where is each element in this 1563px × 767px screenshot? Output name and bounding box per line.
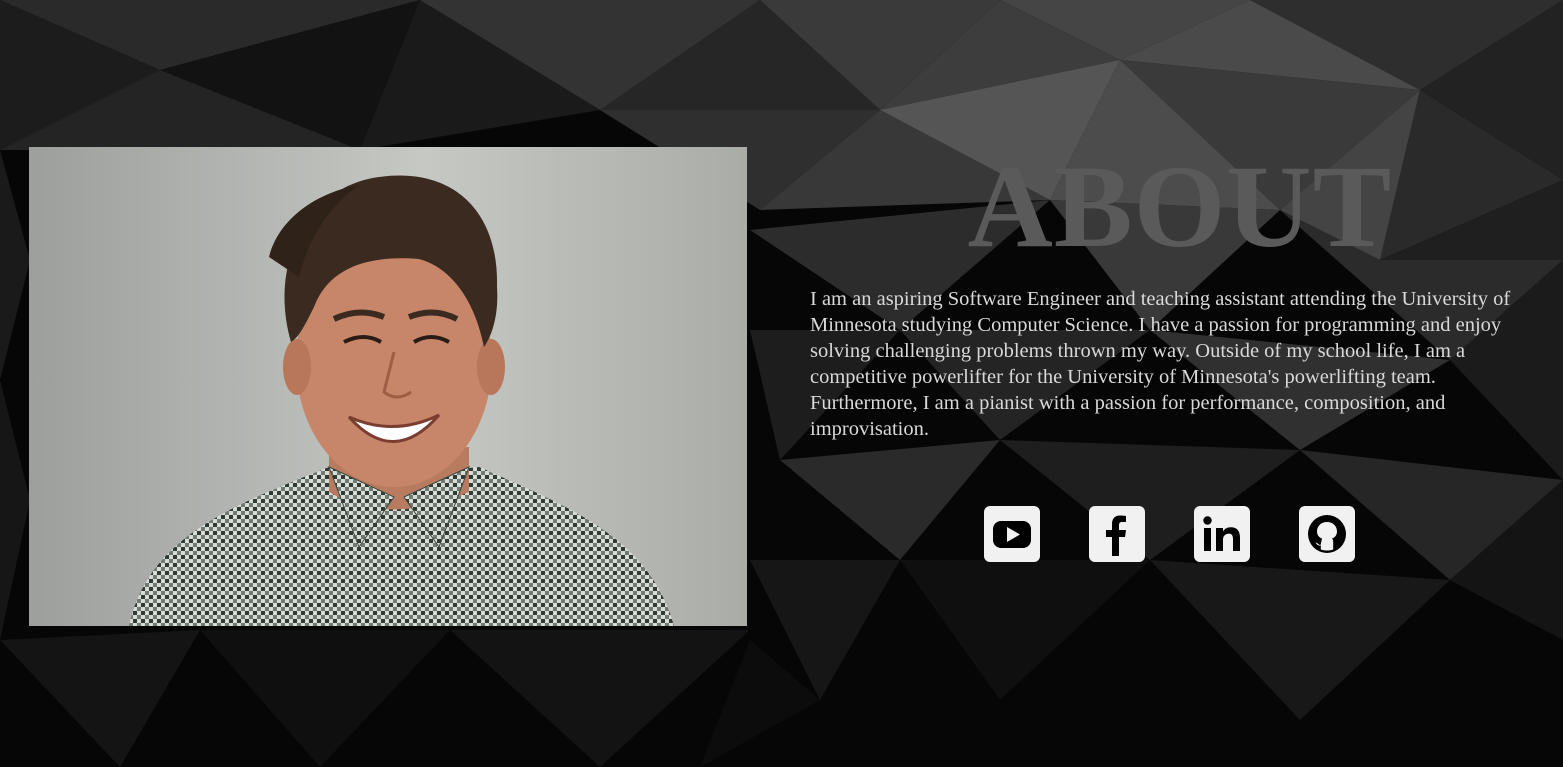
facebook-icon: [1106, 515, 1126, 556]
about-section: ABOUT I am an aspiring Software Engineer…: [0, 0, 1563, 767]
youtube-link[interactable]: [984, 506, 1040, 562]
github-icon: [1308, 515, 1346, 553]
youtube-icon: [993, 521, 1031, 548]
profile-photo: [29, 147, 747, 626]
linkedin-link[interactable]: [1194, 506, 1250, 562]
about-description: I am an aspiring Software Engineer and t…: [810, 288, 1511, 440]
portrait-illustration: [29, 147, 747, 626]
github-link[interactable]: [1299, 506, 1355, 562]
linkedin-icon: [1203, 516, 1240, 551]
social-links: [984, 506, 1355, 562]
about-title: ABOUT: [967, 141, 1393, 272]
facebook-link[interactable]: [1089, 506, 1145, 562]
